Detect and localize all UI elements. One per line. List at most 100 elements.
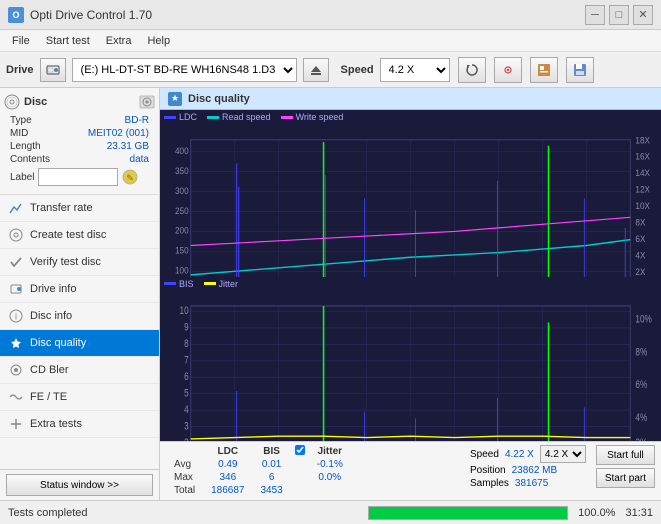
disc-action-icon[interactable]	[139, 95, 155, 109]
sidebar-item-cd-bler[interactable]: CD Bler	[0, 357, 159, 384]
panel-header: ★ Disc quality	[160, 88, 661, 110]
start-full-button[interactable]: Start full	[596, 445, 655, 465]
main-layout: Disc Type BD-R MID MEIT02 (001) Length	[0, 88, 661, 500]
sidebar-item-drive-info[interactable]: Drive info	[0, 276, 159, 303]
th-jitter: Jitter	[309, 445, 351, 458]
stats-area: LDC BIS Jitter Avg 0.49 0.01 -0.1%	[160, 441, 661, 500]
avg-label: Avg	[166, 458, 203, 471]
status-window-section: Status window >>	[0, 469, 159, 500]
time-display: 31:31	[625, 507, 653, 519]
minimize-button[interactable]: ─	[585, 5, 605, 25]
drive-label: Drive	[6, 64, 34, 76]
speed-info: Speed 4.22 X 4.2 X Position 23862 MB Sam…	[470, 445, 586, 489]
max-jitter: 0.0%	[309, 471, 351, 484]
disc-length-label: Length	[10, 141, 41, 152]
svg-text:12X: 12X	[635, 184, 650, 195]
total-jitter	[309, 484, 351, 497]
sidebar-item-disc-quality[interactable]: Disc quality	[0, 330, 159, 357]
read-label: Read speed	[222, 112, 271, 122]
sidebar-item-verify-test-disc[interactable]: Verify test disc	[0, 249, 159, 276]
menubar: File Start test Extra Help	[0, 30, 661, 52]
th-bis: BIS	[253, 445, 291, 458]
position-row: Position 23862 MB	[470, 465, 586, 476]
speed-dropdown[interactable]: 4.2 X	[540, 445, 586, 463]
speed-select[interactable]: 4.2 X	[380, 58, 450, 82]
svg-text:18X: 18X	[635, 135, 650, 146]
refresh-button[interactable]	[458, 57, 486, 83]
svg-text:14X: 14X	[635, 168, 650, 179]
sidebar-item-fe-te[interactable]: FE / TE	[0, 384, 159, 411]
drive-select[interactable]: (E:) HL-DT-ST BD-RE WH16NS48 1.D3	[72, 58, 297, 82]
label-icon[interactable]: ✎	[122, 169, 138, 185]
close-button[interactable]: ✕	[633, 5, 653, 25]
drive-icon-button[interactable]	[40, 58, 66, 82]
total-bis: 3453	[253, 484, 291, 497]
extra-tests-icon	[8, 416, 24, 432]
stats-table: LDC BIS Jitter Avg 0.49 0.01 -0.1%	[166, 445, 460, 497]
svg-text:6: 6	[184, 370, 189, 382]
svg-text:300: 300	[175, 185, 189, 196]
progress-percent: 100.0%	[578, 507, 615, 519]
disc-length-value: 23.31 GB	[107, 141, 149, 152]
speed-row: Speed 4.22 X 4.2 X	[470, 445, 586, 463]
cd-bler-label: CD Bler	[30, 364, 69, 376]
save-button[interactable]	[566, 57, 594, 83]
svg-text:2: 2	[184, 436, 189, 441]
svg-text:10%: 10%	[635, 313, 652, 325]
max-label: Max	[166, 471, 203, 484]
samples-row: Samples 381675	[470, 478, 586, 489]
chart2-legend: BIS Jitter	[160, 277, 661, 291]
legend-bis: BIS	[164, 279, 194, 289]
maximize-button[interactable]: □	[609, 5, 629, 25]
charts-container: LDC Read speed Write speed	[160, 110, 661, 441]
disc-type-value: BD-R	[125, 115, 149, 126]
disc-info-icon: i	[8, 308, 24, 324]
settings-button[interactable]	[494, 57, 522, 83]
menu-file[interactable]: File	[4, 33, 38, 49]
stats-header-row: LDC BIS Jitter	[166, 445, 351, 458]
disc-type-row: Type BD-R	[10, 114, 149, 127]
status-window-button[interactable]: Status window >>	[6, 474, 153, 496]
svg-text:200: 200	[175, 225, 189, 236]
disc-label-input[interactable]	[38, 168, 118, 186]
eject-button[interactable]	[303, 58, 329, 82]
chart2-container: BIS Jitter	[160, 277, 661, 442]
svg-text:10: 10	[180, 305, 189, 317]
svg-text:5: 5	[184, 387, 189, 399]
status-text: Tests completed	[8, 507, 358, 519]
bis-label: BIS	[179, 279, 194, 289]
sidebar-item-extra-tests[interactable]: Extra tests	[0, 411, 159, 438]
jitter-checkbox[interactable]	[295, 445, 305, 455]
menu-help[interactable]: Help	[139, 33, 178, 49]
start-part-button[interactable]: Start part	[596, 468, 655, 488]
speed-label: Speed	[341, 64, 374, 76]
drive-info-icon	[8, 281, 24, 297]
disc-label-label: Label	[10, 172, 34, 183]
progress-bar-fill	[369, 507, 567, 519]
write-label: Write speed	[296, 112, 344, 122]
menu-extra[interactable]: Extra	[98, 33, 140, 49]
verify-test-disc-label: Verify test disc	[30, 256, 101, 268]
total-ldc: 186687	[203, 484, 252, 497]
info-button[interactable]	[530, 57, 558, 83]
disc-header-icon	[4, 94, 20, 110]
menu-start-test[interactable]: Start test	[38, 33, 98, 49]
svg-text:16X: 16X	[635, 151, 650, 162]
create-test-disc-label: Create test disc	[30, 229, 106, 241]
sidebar-item-disc-info[interactable]: i Disc info	[0, 303, 159, 330]
fe-te-label: FE / TE	[30, 391, 67, 403]
sidebar-item-transfer-rate[interactable]: Transfer rate	[0, 195, 159, 222]
create-test-disc-icon	[8, 227, 24, 243]
svg-text:4: 4	[184, 403, 189, 415]
avg-jitter: -0.1%	[309, 458, 351, 471]
legend-ldc: LDC	[164, 112, 197, 122]
disc-section-title: Disc	[24, 96, 47, 108]
window-controls: ─ □ ✕	[585, 5, 653, 25]
disc-mid-value: MEIT02 (001)	[88, 128, 149, 139]
titlebar: O Opti Drive Control 1.70 ─ □ ✕	[0, 0, 661, 30]
th-ldc: LDC	[203, 445, 252, 458]
stats-avg-row: Avg 0.49 0.01 -0.1%	[166, 458, 351, 471]
progress-bar-container	[368, 506, 568, 520]
sidebar-item-create-test-disc[interactable]: Create test disc	[0, 222, 159, 249]
action-buttons: Start full Start part	[596, 445, 655, 488]
